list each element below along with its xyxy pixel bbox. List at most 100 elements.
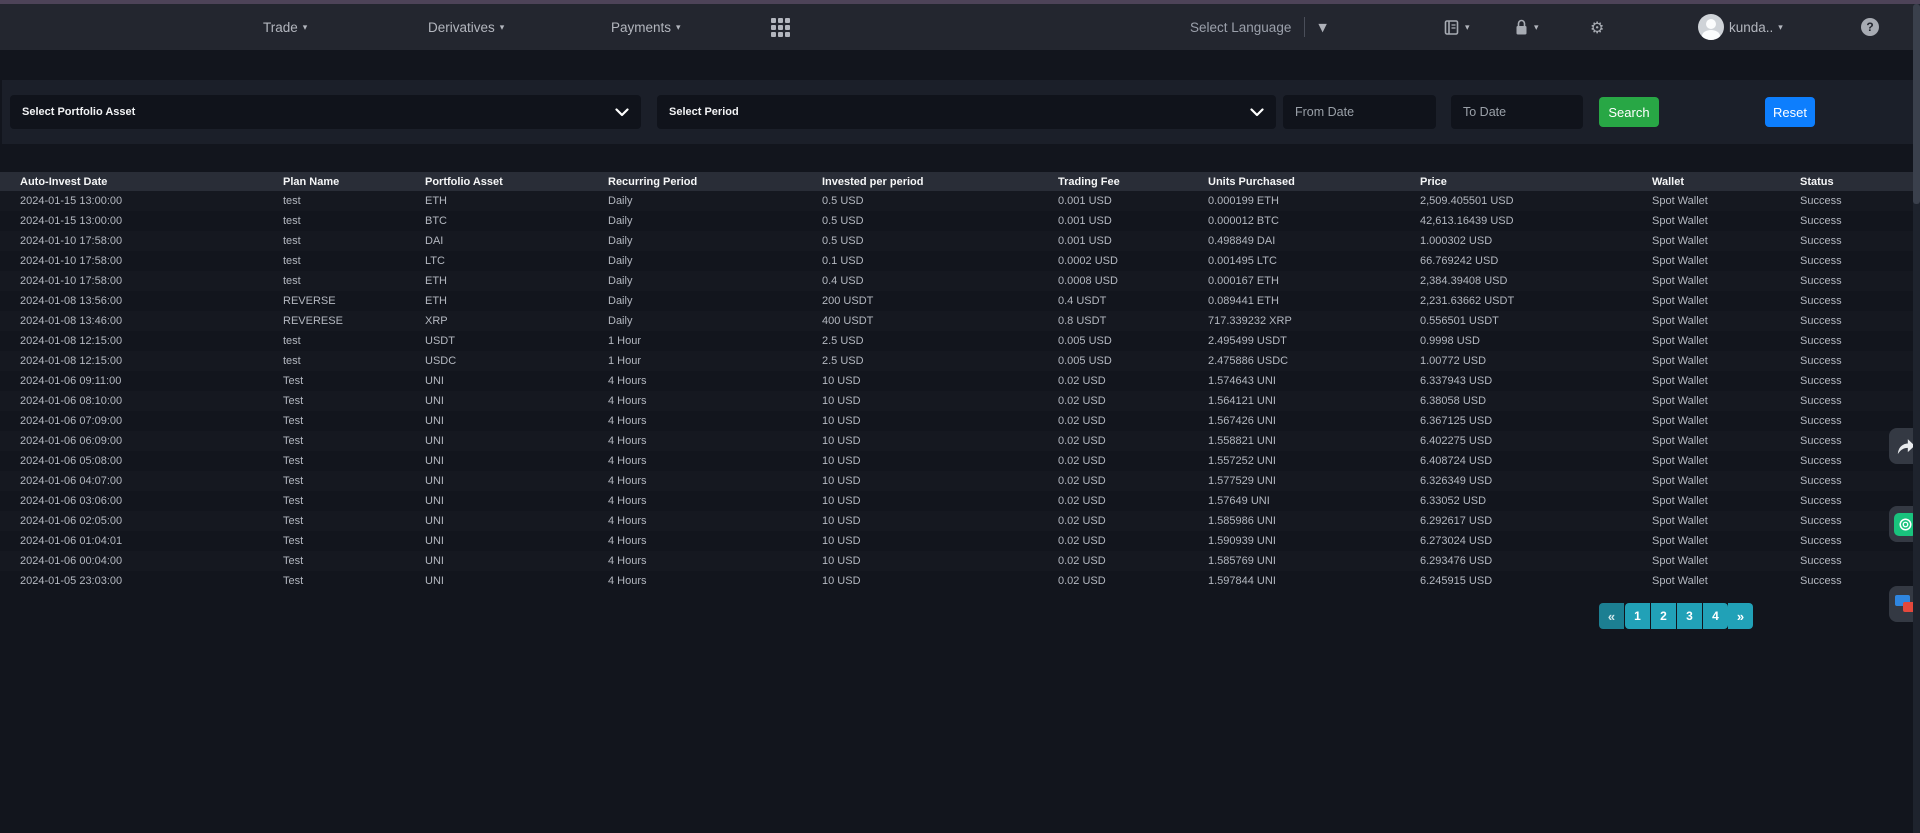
table-cell: 1.000302 USD	[1420, 231, 1652, 251]
table-cell: 1.574643 UNI	[1208, 371, 1420, 391]
nav-menu-trade[interactable]: Trade ▾	[263, 4, 307, 50]
pagination-next-button[interactable]: »	[1728, 603, 1753, 629]
table-row: 2024-01-06 02:05:00TestUNI4 Hours10 USD0…	[0, 511, 1913, 531]
search-button[interactable]: Search	[1599, 97, 1659, 127]
table-cell: Success	[1800, 371, 1913, 391]
table-cell: 2024-01-10 17:58:00	[0, 231, 283, 251]
table-cell: 1.577529 UNI	[1208, 471, 1420, 491]
table-cell: Success	[1800, 551, 1913, 571]
period-select[interactable]: Select Period	[657, 95, 1276, 129]
chevron-down-icon: ▾	[303, 23, 308, 32]
chevron-down-icon: ▾	[676, 23, 681, 32]
table-cell: Spot Wallet	[1652, 331, 1800, 351]
apps-grid-button[interactable]	[771, 4, 790, 50]
table-cell: Test	[283, 571, 425, 591]
table-row: 2024-01-15 13:00:00testBTCDaily0.5 USD0.…	[0, 211, 1913, 231]
pagination-prev-button[interactable]: «	[1599, 603, 1624, 629]
table-cell: 6.408724 USD	[1420, 451, 1652, 471]
nav-menu-derivatives[interactable]: Derivatives ▾	[428, 4, 504, 50]
table-cell: BTC	[425, 211, 608, 231]
table-cell: 0.02 USD	[1058, 391, 1208, 411]
table-cell: 4 Hours	[608, 391, 822, 411]
table-cell: 0.001 USD	[1058, 231, 1208, 251]
nav-menu-label: Payments	[611, 20, 671, 35]
table-cell: 0.02 USD	[1058, 571, 1208, 591]
from-date-input[interactable]	[1283, 95, 1436, 129]
table-row: 2024-01-06 04:07:00TestUNI4 Hours10 USD0…	[0, 471, 1913, 491]
table-cell: test	[283, 191, 425, 211]
table-cell: 717.339232 XRP	[1208, 311, 1420, 331]
table-cell: test	[283, 251, 425, 271]
table-cell: 4 Hours	[608, 371, 822, 391]
reset-button[interactable]: Reset	[1765, 97, 1815, 127]
pagination-page-button[interactable]: 4	[1703, 603, 1728, 629]
table-row: 2024-01-10 17:58:00testDAIDaily0.5 USD0.…	[0, 231, 1913, 251]
user-menu[interactable]: kunda.. ▾	[1698, 4, 1783, 50]
table-cell: 0.02 USD	[1058, 491, 1208, 511]
table-cell: 10 USD	[822, 571, 1058, 591]
table-cell: test	[283, 331, 425, 351]
table-row: 2024-01-10 17:58:00testETHDaily0.4 USD0.…	[0, 271, 1913, 291]
table-cell: 0.0002 USD	[1058, 251, 1208, 271]
table-cell: 10 USD	[822, 511, 1058, 531]
table-cell: 2024-01-06 07:09:00	[0, 411, 283, 431]
table-header-cell: Wallet	[1652, 172, 1800, 191]
table-cell: Daily	[608, 231, 822, 251]
table-cell: 6.33052 USD	[1420, 491, 1652, 511]
language-selector[interactable]: Select Language ▼	[1190, 4, 1327, 50]
pagination-page-button[interactable]: 2	[1651, 603, 1676, 629]
table-row: 2024-01-08 13:46:00REVERESEXRPDaily400 U…	[0, 311, 1913, 331]
table-cell: 6.402275 USD	[1420, 431, 1652, 451]
table-cell: Spot Wallet	[1652, 291, 1800, 311]
table-cell: 6.367125 USD	[1420, 411, 1652, 431]
table-cell: 2024-01-06 04:07:00	[0, 471, 283, 491]
table-cell: 4 Hours	[608, 431, 822, 451]
table-cell: 0.0008 USD	[1058, 271, 1208, 291]
table-cell: 1.590939 UNI	[1208, 531, 1420, 551]
table-cell: Spot Wallet	[1652, 511, 1800, 531]
table-cell: 2024-01-06 03:06:00	[0, 491, 283, 511]
scrollbar-thumb[interactable]	[1913, 4, 1920, 204]
table-cell: 0.1 USD	[822, 251, 1058, 271]
table-cell: Daily	[608, 251, 822, 271]
table-cell: UNI	[425, 511, 608, 531]
table-cell: 1 Hour	[608, 351, 822, 371]
nav-menu-payments[interactable]: Payments ▾	[611, 4, 681, 50]
table-cell: Spot Wallet	[1652, 211, 1800, 231]
settings-button[interactable]: ⚙	[1590, 4, 1604, 50]
table-cell: 2024-01-08 12:15:00	[0, 351, 283, 371]
top-navbar: Trade ▾ Derivatives ▾ Payments ▾ Select …	[0, 4, 1920, 50]
table-cell: 10 USD	[822, 451, 1058, 471]
to-date-input[interactable]	[1451, 95, 1583, 129]
table-cell: 0.005 USD	[1058, 331, 1208, 351]
avatar	[1698, 14, 1724, 40]
language-label: Select Language	[1190, 20, 1291, 35]
pagination-page-button[interactable]: 3	[1677, 603, 1702, 629]
table-row: 2024-01-15 13:00:00testETHDaily0.5 USD0.…	[0, 191, 1913, 211]
table-header-cell: Auto-Invest Date	[0, 172, 283, 191]
table-cell: 0.5 USD	[822, 211, 1058, 231]
table-cell: 2024-01-15 13:00:00	[0, 211, 283, 231]
table-cell: test	[283, 211, 425, 231]
chevron-down-icon: ▾	[1778, 23, 1783, 32]
table-cell: REVERESE	[283, 311, 425, 331]
chevron-down-icon: ▾	[500, 23, 505, 32]
table-cell: 0.02 USD	[1058, 451, 1208, 471]
table-cell: LTC	[425, 251, 608, 271]
table-cell: 4 Hours	[608, 471, 822, 491]
table-cell: 6.293476 USD	[1420, 551, 1652, 571]
table-row: 2024-01-06 05:08:00TestUNI4 Hours10 USD0…	[0, 451, 1913, 471]
pagination-pages: 1234	[1625, 603, 1728, 629]
help-button[interactable]: ?	[1861, 4, 1879, 50]
security-menu-button[interactable]: ▾	[1514, 4, 1539, 50]
portfolio-asset-select[interactable]: Select Portfolio Asset	[10, 95, 641, 129]
table-cell: 42,613.16439 USD	[1420, 211, 1652, 231]
table-cell: Spot Wallet	[1652, 391, 1800, 411]
table-cell: 0.556501 USDT	[1420, 311, 1652, 331]
table-cell: Spot Wallet	[1652, 251, 1800, 271]
pagination-page-button[interactable]: 1	[1625, 603, 1650, 629]
table-cell: 0.02 USD	[1058, 551, 1208, 571]
table-cell: 0.9998 USD	[1420, 331, 1652, 351]
table-cell: Test	[283, 451, 425, 471]
wallet-menu-button[interactable]: ▾	[1443, 4, 1470, 50]
